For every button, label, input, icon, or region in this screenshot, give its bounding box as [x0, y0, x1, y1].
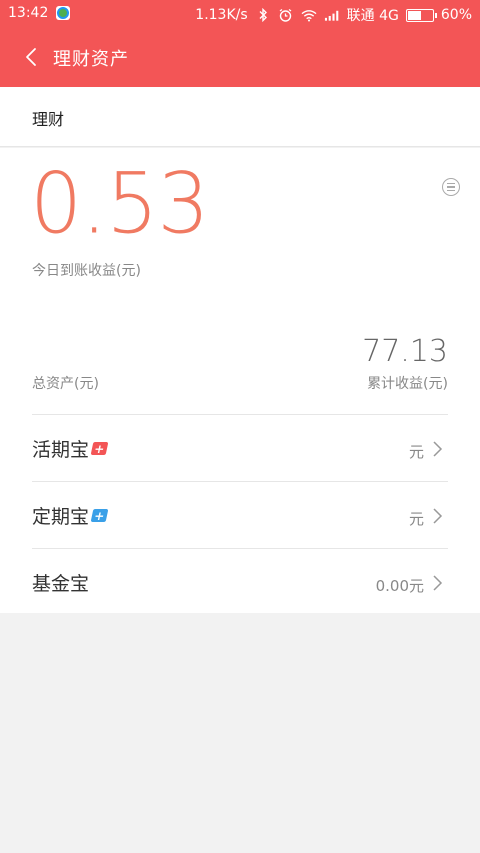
- product-value: 0.00元: [375, 577, 424, 595]
- product-value: 元: [408, 443, 424, 461]
- wifi-icon: [301, 8, 317, 22]
- carrier-label: 联通 4G: [346, 8, 399, 24]
- plus-badge-icon: +: [90, 442, 109, 456]
- today-income-value: 0.53: [30, 156, 210, 253]
- chevron-right-icon: [433, 575, 443, 591]
- status-time: 13:42: [8, 5, 49, 21]
- chevron-right-icon: [433, 441, 443, 457]
- cumulative-income-label: 累计收益(元): [367, 376, 448, 392]
- battery-level: [407, 10, 422, 20]
- product-name: 基金宝: [32, 573, 90, 595]
- net-speed: 1.13K/s: [195, 7, 248, 23]
- title-bar: 理财资产: [0, 38, 480, 76]
- back-button[interactable]: [18, 44, 44, 70]
- assets-card: 0.53 今日到账收益(元) 77.13 总资产(元) 累计收益(元) 活期宝 …: [0, 148, 480, 613]
- today-income-label: 今日到账收益(元): [32, 263, 141, 279]
- section-title: 理财: [32, 110, 65, 129]
- product-row-jijinbao[interactable]: 基金宝 0.00元: [32, 548, 448, 615]
- plus-badge-icon: +: [90, 509, 109, 523]
- chevron-right-icon: [433, 508, 443, 524]
- product-row-huoqibao[interactable]: 活期宝 + 元: [32, 414, 448, 481]
- menu-list-icon[interactable]: [442, 178, 460, 196]
- chevron-left-icon: [26, 48, 36, 66]
- total-assets-label: 总资产(元): [32, 376, 99, 392]
- battery-percent: 60%: [440, 7, 472, 23]
- page-title: 理财资产: [53, 49, 129, 70]
- product-list: 活期宝 + 元 定期宝 + 元 基金宝 0.00元: [32, 414, 448, 615]
- product-value: 元: [408, 510, 424, 528]
- battery-icon: [405, 8, 437, 22]
- browser-notification-icon: [56, 6, 71, 20]
- bluetooth-icon: [255, 8, 271, 22]
- signal-icon: [324, 8, 340, 22]
- status-bar: 13:42 1.13K/s 联通 4G 60%: [0, 0, 480, 28]
- cumulative-income-value: 77.13: [362, 334, 448, 369]
- product-name: 活期宝: [32, 439, 90, 461]
- section-header: 理财: [0, 87, 480, 147]
- product-row-dingqibao[interactable]: 定期宝 + 元: [32, 481, 448, 548]
- product-name: 定期宝: [32, 506, 90, 528]
- app-header: 13:42 1.13K/s 联通 4G 60% 理财资产: [0, 0, 480, 87]
- alarm-icon: [278, 8, 294, 22]
